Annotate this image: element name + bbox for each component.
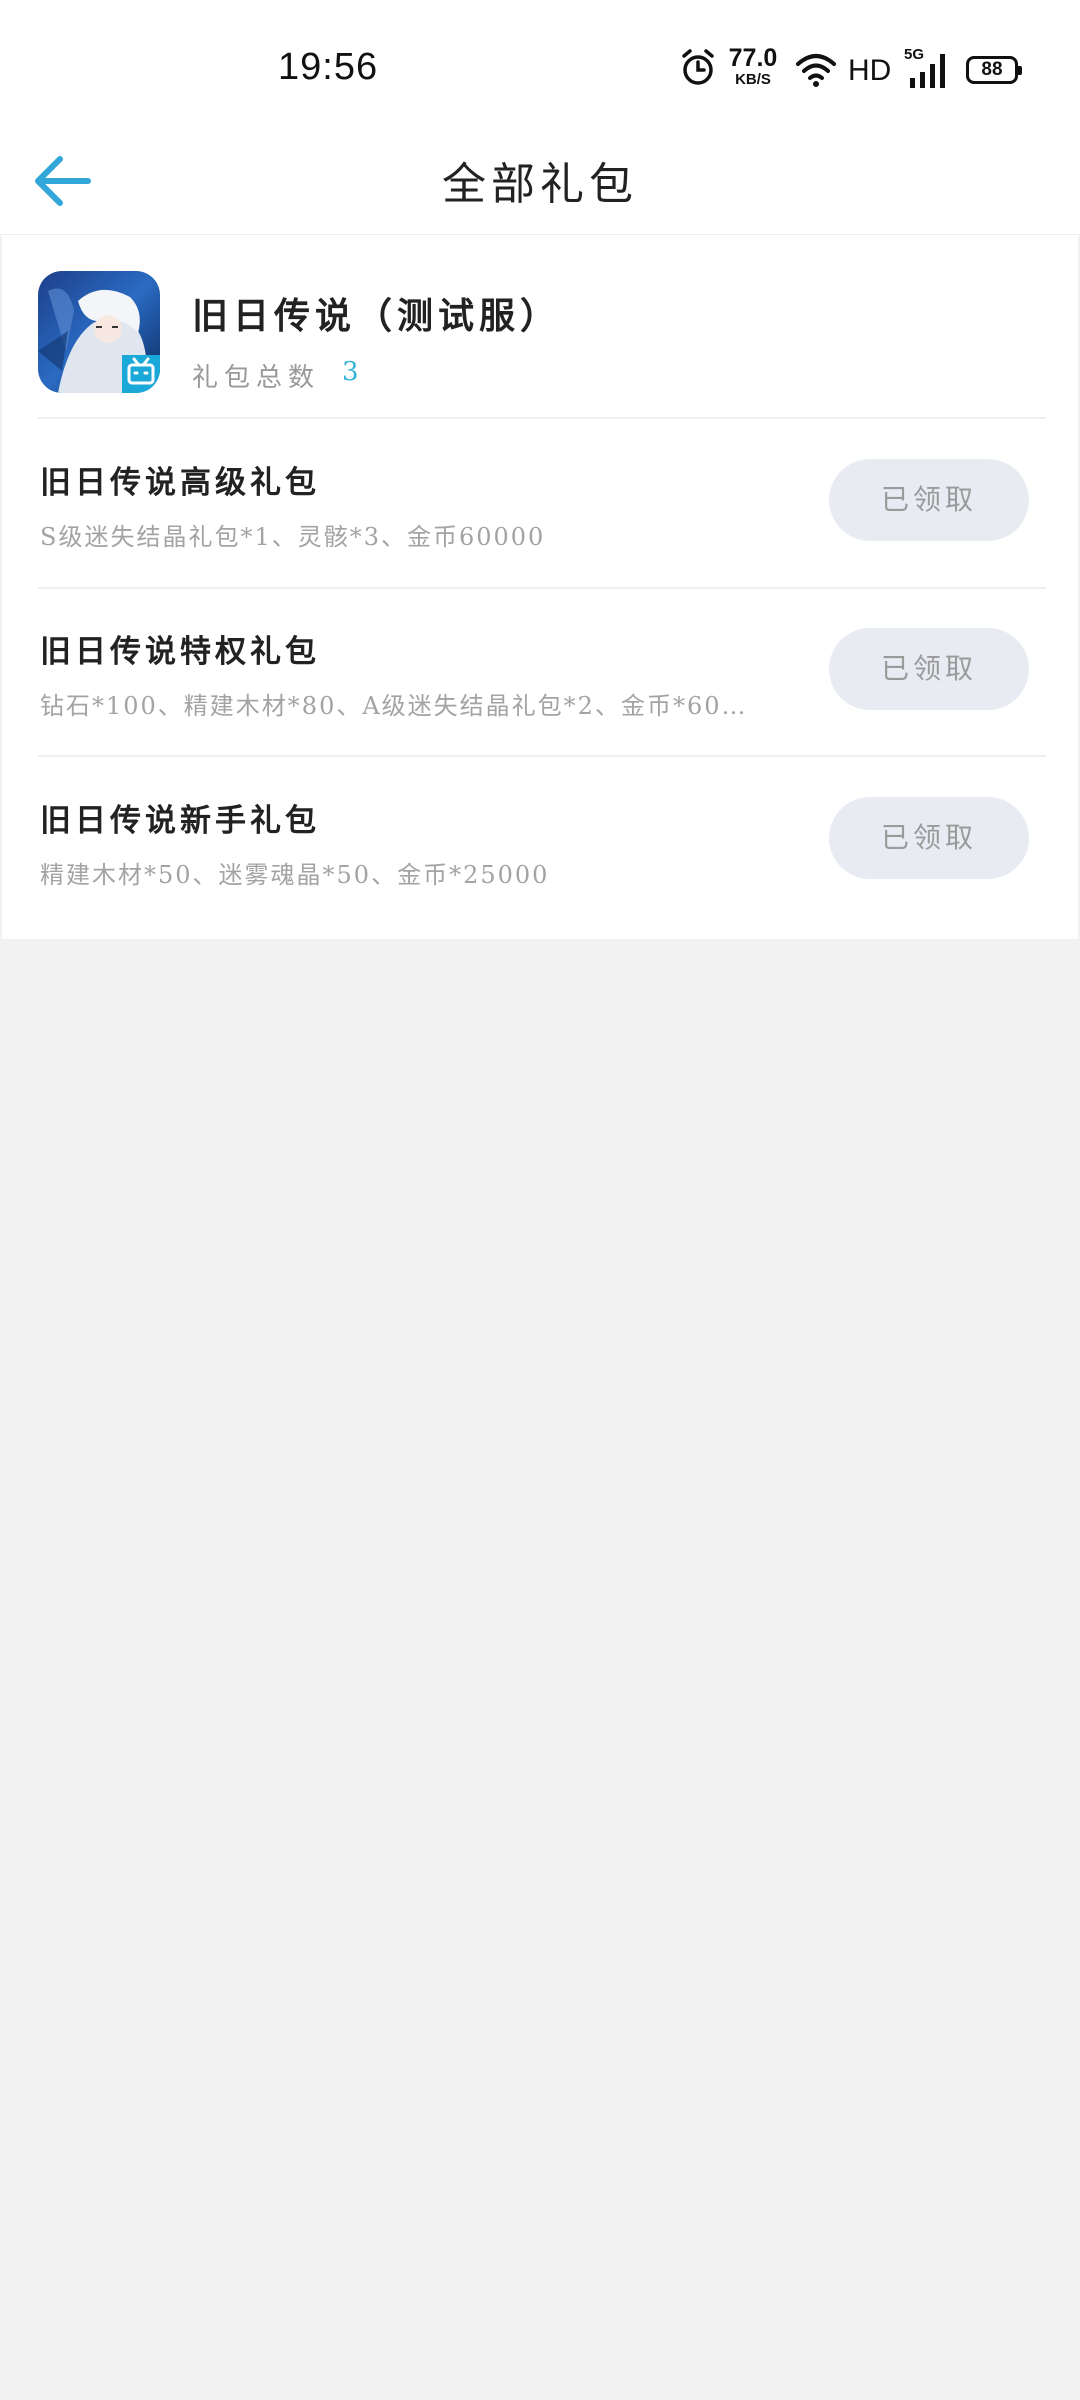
signal-icon: 5G — [904, 46, 952, 90]
game-icon[interactable] — [38, 271, 160, 393]
wifi-icon — [796, 54, 836, 87]
gift-item: 旧日传说新手礼包 精建木材*50、迷雾魂晶*50、金币*25000 已领取 — [2, 757, 1078, 925]
signal-bars-icon — [910, 54, 945, 88]
claimed-button[interactable]: 已领取 — [829, 797, 1029, 879]
game-artwork-icon — [38, 271, 160, 393]
gift-title: 旧日传说特权礼包 — [40, 634, 320, 670]
gift-description: 精建木材*50、迷雾魂晶*50、金币*25000 — [40, 861, 550, 889]
alarm-icon — [682, 49, 714, 85]
gift-item: 旧日传说高级礼包 S级迷失结晶礼包*1、灵骸*3、金币60000 已领取 — [2, 419, 1078, 587]
claimed-button[interactable]: 已领取 — [829, 459, 1029, 541]
claimed-button[interactable]: 已领取 — [829, 628, 1029, 710]
status-bar: 19:56 77.0 KB/S HD 5G 88 — [0, 0, 1080, 130]
gift-title: 旧日传说新手礼包 — [40, 803, 320, 839]
hd-label: HD — [848, 54, 892, 87]
gift-description: 钻石*100、精建木材*80、A级迷失结晶礼包*2、金币*60… — [40, 692, 748, 720]
gift-total-count: 3 — [342, 357, 359, 387]
app-header: 全部礼包 — [0, 130, 1080, 234]
network-speed: 77.0 KB/S — [726, 44, 780, 88]
gift-item: 旧日传说特权礼包 钻石*100、精建木材*80、A级迷失结晶礼包*2、金币*60… — [2, 588, 1078, 756]
gift-description: S级迷失结晶礼包*1、灵骸*3、金币60000 — [40, 523, 546, 551]
gift-card: 旧日传说（测试服） 礼包总数 3 旧日传说高级礼包 S级迷失结晶礼包*1、灵骸*… — [2, 234, 1078, 939]
page-title: 全部礼包 — [442, 159, 638, 210]
status-time: 19:56 — [278, 46, 379, 88]
network-speed-value: 77.0 — [728, 44, 778, 72]
gift-title: 旧日传说高级礼包 — [40, 465, 320, 501]
network-speed-unit: KB/S — [735, 71, 771, 88]
battery-icon: 88 — [966, 56, 1022, 84]
game-name: 旧日传说（测试服） — [192, 295, 562, 337]
gift-total-label: 礼包总数 — [192, 363, 321, 393]
